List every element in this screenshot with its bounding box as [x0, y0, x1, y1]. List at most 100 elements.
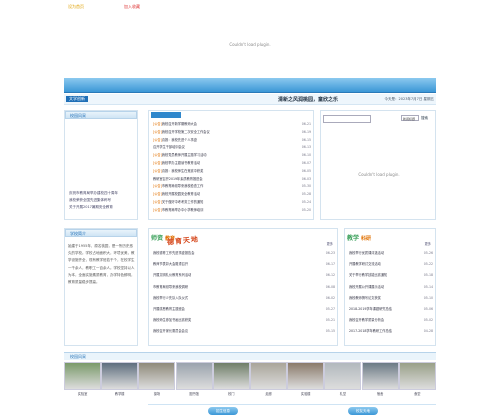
list-item[interactable]: 我校德育工作先进事迹报告会 06-23: [153, 249, 335, 257]
list-item[interactable]: 我校举行优质课评选活动 05-26: [349, 249, 433, 257]
campus-photo[interactable]: [138, 362, 176, 390]
list-item[interactable]: 开展文明礼仪教育系列活动 06-12: [153, 271, 335, 279]
list-item[interactable]: 我校教师撰写论文获奖 05-10: [349, 294, 433, 302]
intro-panel-title[interactable]: 学校简介: [65, 229, 137, 237]
search-input[interactable]: [323, 115, 371, 123]
list-item[interactable]: 我校师生参加书画比赛获奖 05-21: [153, 316, 335, 324]
item-title[interactable]: 我校开展公开课展示活动: [349, 285, 384, 289]
list-item[interactable]: 2018-2019学年课题研究总结 05-06: [349, 305, 433, 313]
item-title[interactable]: 我校举行优质课评选活动: [349, 251, 384, 255]
campus-list-item[interactable]: 关于开展2017暑期安全教育: [69, 205, 135, 209]
item-title[interactable]: 喜报：我校师生在竞赛中获奖: [162, 169, 203, 173]
photo-caption[interactable]: 食堂: [399, 391, 436, 396]
list-item[interactable]: 教师节表彰大会隆重召开 06-17: [153, 260, 335, 268]
photo-caption[interactable]: 礼堂: [324, 391, 361, 396]
list-item[interactable]: [公告]我校开展校园安全教育活动 05-28: [153, 191, 311, 197]
campus-list-item[interactable]: 我校荣获全国先进集体称号: [69, 198, 135, 202]
main-nav-bar[interactable]: [64, 78, 436, 92]
search-type-select[interactable]: 新闻标题: [401, 115, 419, 121]
item-title[interactable]: 我校德育工作先进事迹报告会: [153, 251, 194, 255]
campus-photo[interactable]: [324, 362, 362, 390]
item-title[interactable]: 开展教学研讨交流活动: [349, 262, 381, 266]
list-item[interactable]: 我校召开家长委员会会议 05-15: [153, 327, 335, 335]
item-title[interactable]: 市教育局举办中小学教师培训: [162, 208, 203, 212]
campus-photo[interactable]: [287, 362, 325, 390]
item-title[interactable]: 我校党员教师开展主题学习活动: [162, 153, 207, 157]
item-title[interactable]: 市教育局领导来我校检查工作: [162, 184, 203, 188]
photo-caption[interactable]: 走廊: [250, 391, 287, 396]
list-item[interactable]: [公告]市教育局领导来我校检查工作 05-30: [153, 183, 311, 189]
campus-photo[interactable]: [175, 362, 213, 390]
item-title[interactable]: 我校举办主题读书教育活动: [162, 161, 200, 165]
plugin-placeholder: Couldn't load plugin.: [229, 41, 271, 47]
item-title[interactable]: 开展感恩教育主题班会: [153, 307, 185, 311]
search-button[interactable]: 搜索: [421, 115, 433, 121]
campus-photo[interactable]: [250, 362, 287, 390]
photo-caption[interactable]: 图书馆: [176, 391, 213, 396]
list-item[interactable]: [公告]关于做好中考考务工作的通知 05-24: [153, 199, 311, 205]
scrolling-notice[interactable]: 清新之风润桃园，童欣之乐: [278, 96, 338, 103]
edu-more-link[interactable]: 更多: [327, 241, 333, 246]
item-title[interactable]: 教研室召开2019年素质教育推进会: [153, 177, 203, 181]
tab-admissions[interactable]: 招生信息: [208, 407, 238, 415]
list-item[interactable]: [公告]市教育局举办中小学教师培训 05-20: [153, 207, 311, 213]
item-title[interactable]: 召开学生干部培训会议: [153, 145, 185, 149]
add-favorite-link[interactable]: 加入收藏: [124, 4, 140, 10]
item-title[interactable]: 我校举行少先队入队仪式: [153, 296, 188, 300]
item-title[interactable]: 开展文明礼仪教育系列活动: [153, 273, 191, 277]
photo-caption[interactable]: 实验楼: [287, 391, 324, 396]
campus-photo[interactable]: [361, 362, 399, 390]
list-item[interactable]: [公告]喜报：我校先进个人事迹 06-15: [153, 137, 311, 143]
campus-photo[interactable]: [101, 362, 139, 390]
tab-alumni[interactable]: 校友天地: [348, 407, 378, 415]
photo-caption[interactable]: 教学楼: [101, 391, 138, 396]
list-item[interactable]: [公告]我校党员教师开展主题学习活动 06-10: [153, 152, 311, 158]
list-item[interactable]: [公告]我校召开新学期教师大会 06-21: [153, 121, 311, 127]
item-title[interactable]: 我校教师撰写论文获奖: [349, 296, 381, 300]
list-item[interactable]: 开展感恩教育主题班会 05-27: [153, 305, 335, 313]
list-item[interactable]: 我校召开教学质量分析会 05-02: [349, 316, 433, 324]
list-item[interactable]: 我校开展公开课展示活动 05-14: [349, 283, 433, 291]
teach-more-link[interactable]: 更多: [425, 241, 431, 246]
item-title[interactable]: 2017-2018学年教研工作总结: [349, 329, 392, 333]
current-date: 今天是：2023年7月7日 星期五: [384, 97, 434, 101]
news-tab[interactable]: [151, 112, 181, 118]
photo-caption[interactable]: 宿舍: [362, 391, 399, 396]
set-homepage-link[interactable]: 设为首页: [68, 4, 84, 10]
photo-strip-title[interactable]: 校园风采: [64, 352, 436, 360]
item-title[interactable]: 喜报：我校先进个人事迹: [162, 138, 197, 142]
campus-photo[interactable]: [398, 362, 436, 390]
list-item[interactable]: 2017-2018学年教研工作总结 04-28: [349, 327, 433, 335]
item-title[interactable]: 2018-2019学年课题研究总结: [349, 307, 392, 311]
list-item[interactable]: 我校举行少先队入队仪式 06-02: [153, 294, 335, 302]
list-item[interactable]: [公告]喜报：我校师生在竞赛中获奖 06-05: [153, 168, 311, 174]
photo-caption[interactable]: 操场: [138, 391, 175, 396]
list-item[interactable]: 关于举行教学技能比赛通知 05-18: [349, 271, 433, 279]
item-title[interactable]: 我校开展校园安全教育活动: [162, 192, 200, 196]
list-item[interactable]: 开展教学研讨交流活动 05-22: [349, 260, 433, 268]
item-title[interactable]: 我校召开新学期教师大会: [162, 122, 197, 126]
item-title[interactable]: 关于做好中考考务工作的通知: [162, 200, 203, 204]
campus-list-item[interactable]: 庆祝市教育局举办建校四十周年: [69, 191, 135, 195]
list-item[interactable]: [公告]我校举办主题读书教育活动 06-07: [153, 160, 311, 166]
item-title[interactable]: 我校召开教学质量分析会: [349, 318, 384, 322]
info-tag[interactable]: 文学创新: [66, 96, 88, 102]
item-title[interactable]: 市教育局领导来我校调研: [153, 285, 188, 289]
list-item[interactable]: 市教育局领导来我校调研 06-08: [153, 283, 335, 291]
list-item[interactable]: [公告]我校召开学校第二次安全工作会议 06-19: [153, 129, 311, 135]
list-item[interactable]: 召开学生干部培训会议 06-13: [153, 144, 311, 150]
item-title[interactable]: 关于举行教学技能比赛通知: [349, 273, 387, 277]
item-title[interactable]: 我校召开家长委员会会议: [153, 329, 188, 333]
news-tag: [公告]: [153, 161, 162, 165]
campus-panel-title[interactable]: 校园风采: [65, 111, 137, 119]
item-date: 05-15: [325, 329, 335, 334]
item-title[interactable]: 我校师生参加书画比赛获奖: [153, 318, 191, 322]
list-item[interactable]: 教研室召开2019年素质教育推进会 06-03: [153, 176, 311, 182]
campus-photo[interactable]: [212, 362, 250, 390]
campus-photo[interactable]: [64, 362, 101, 390]
photo-caption[interactable]: 实验室: [64, 391, 101, 396]
photo-caption[interactable]: 校门: [213, 391, 250, 396]
item-title[interactable]: 我校召开学校第二次安全工作会议: [162, 130, 210, 134]
item-date: 05-14: [423, 284, 433, 289]
item-title[interactable]: 教师节表彰大会隆重召开: [153, 262, 188, 266]
